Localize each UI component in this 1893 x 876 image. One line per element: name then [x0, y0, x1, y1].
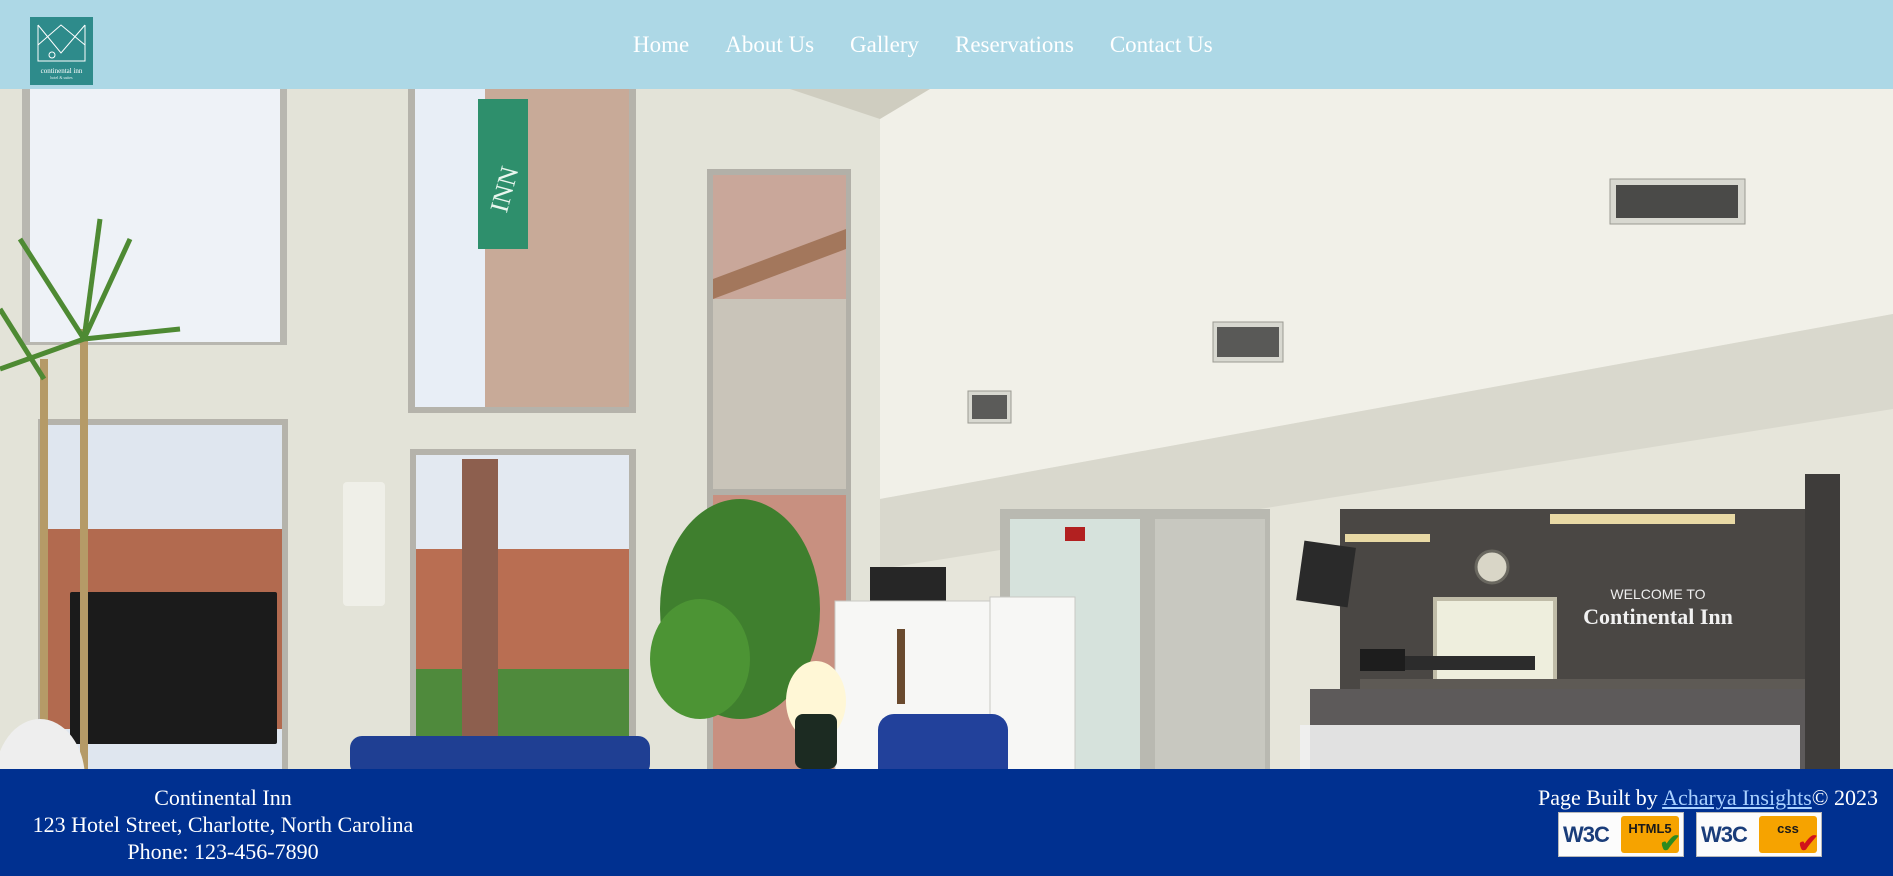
hero-lobby-image: INN WELCOME TO Continental Inn [0, 89, 1893, 769]
lobby-illustration: INN WELCOME TO Continental Inn [0, 89, 1893, 769]
logo-wordmark: continental inn [40, 67, 83, 75]
w3c-html5-badge[interactable]: W3C HTML5 ✔ [1558, 812, 1684, 857]
business-info: Continental Inn 123 Hotel Street, Charlo… [15, 784, 431, 865]
continental-inn-wall-sign: Continental Inn [1583, 604, 1733, 629]
w3c-logo: W3C [1701, 822, 1748, 847]
w3c-css-badge[interactable]: W3C css ✔ [1696, 812, 1822, 857]
site-credit: Page Built by Acharya Insights© 2023 [1538, 784, 1878, 811]
nav-link-about-us[interactable]: About Us [707, 28, 832, 62]
business-phone: Phone: 123-456-7890 [127, 839, 319, 864]
welcome-to-text: WELCOME TO [1610, 586, 1705, 602]
site-footer: Continental Inn 123 Hotel Street, Charlo… [0, 769, 1893, 876]
site-header: continental inn hotel & suites Home Abou… [0, 0, 1893, 89]
business-address: 123 Hotel Street, Charlotte, North Carol… [32, 812, 414, 837]
acharya-insights-link[interactable]: Acharya Insights [1662, 785, 1812, 810]
check-icon: ✔ [1659, 828, 1681, 858]
w3c-logo: W3C [1563, 822, 1610, 847]
nav-link-reservations[interactable]: Reservations [937, 28, 1092, 62]
nav-link-gallery[interactable]: Gallery [832, 28, 937, 62]
validation-badges: W3C HTML5 ✔ W3C css ✔ [1558, 812, 1822, 857]
credit-prefix: Page Built by [1538, 785, 1663, 810]
business-name: Continental Inn [154, 785, 292, 810]
copyright-text: © 2023 [1811, 785, 1878, 810]
logo-tagline: hotel & suites [50, 75, 73, 80]
nav-link-contact-us[interactable]: Contact Us [1092, 28, 1231, 62]
check-icon: ✔ [1797, 828, 1819, 858]
continental-inn-logo[interactable]: continental inn hotel & suites [30, 17, 93, 85]
nav-link-home[interactable]: Home [615, 28, 707, 62]
main-navigation: Home About Us Gallery Reservations Conta… [615, 28, 1231, 62]
